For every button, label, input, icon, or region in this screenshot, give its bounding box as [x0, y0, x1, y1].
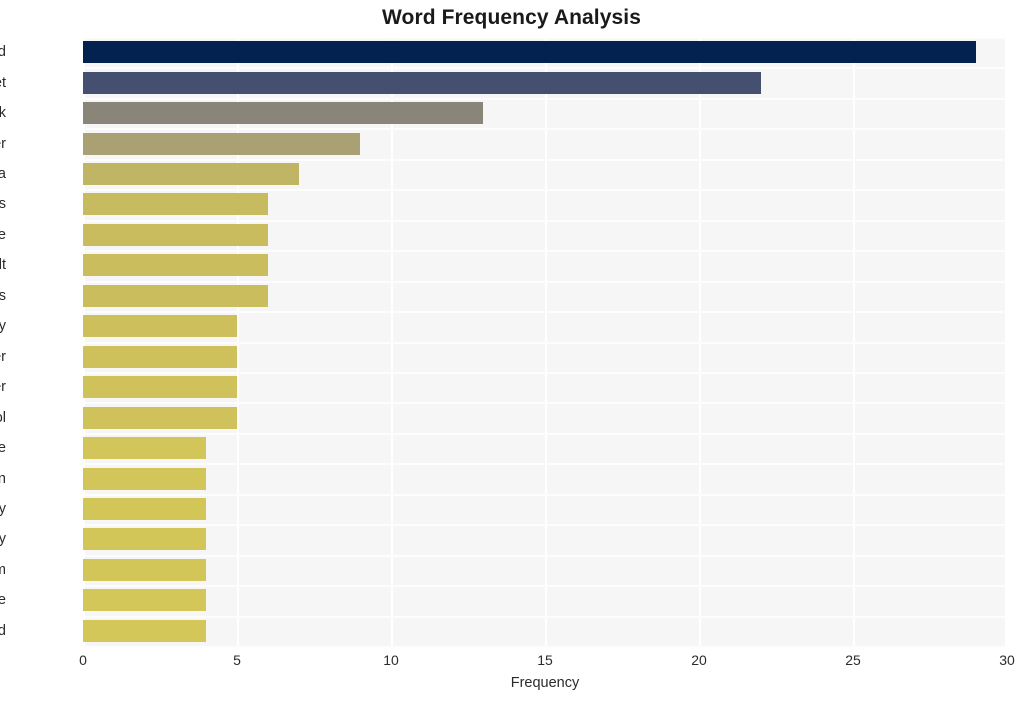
y-axis-label-insights: insights: [0, 196, 6, 213]
bar-position[interactable]: [83, 467, 207, 490]
gridline-horizontal: [83, 433, 1007, 435]
y-axis-label-faster: faster: [0, 379, 6, 396]
gridline-horizontal: [83, 372, 1007, 374]
page-title: Word Frequency Analysis: [381, 6, 642, 29]
bar-nps[interactable]: [83, 284, 268, 307]
x-tick-20: 20: [691, 652, 707, 668]
bar-brand[interactable]: [83, 41, 977, 64]
gridline-horizontal: [83, 67, 1007, 69]
bar-time[interactable]: [83, 223, 268, 246]
x-tick-25: 25: [845, 652, 861, 668]
bar-result[interactable]: [83, 254, 268, 277]
gridline-horizontal: [83, 250, 1007, 252]
bar-row[interactable]: [83, 132, 1007, 155]
y-axis-label-position: position: [0, 470, 6, 487]
bar-measure[interactable]: [83, 437, 207, 460]
bar-tool[interactable]: [83, 406, 237, 429]
gridline-horizontal: [83, 616, 1007, 618]
y-axis-label-strategy: strategy: [0, 318, 6, 335]
gridline-horizontal: [83, 555, 1007, 557]
bar-row[interactable]: [83, 254, 1007, 277]
bar-row[interactable]: [83, 223, 1007, 246]
bar-row[interactable]: [83, 437, 1007, 460]
x-tick-5: 5: [233, 652, 241, 668]
y-axis-label-track: track: [0, 105, 6, 122]
gridline-horizontal: [83, 128, 1007, 130]
bar-survey[interactable]: [83, 528, 207, 551]
bar-company[interactable]: [83, 497, 207, 520]
gridline-horizontal: [83, 402, 1007, 404]
y-axis-label-data: data: [0, 166, 6, 183]
plot-area: [83, 37, 1007, 648]
y-axis-label-measure: measure: [0, 440, 6, 457]
bar-row[interactable]: [83, 284, 1007, 307]
bar-customer[interactable]: [83, 132, 361, 155]
bar-row[interactable]: [83, 315, 1007, 338]
gridline-horizontal: [83, 524, 1007, 526]
bar-row[interactable]: [83, 558, 1007, 581]
bar-row[interactable]: [83, 41, 1007, 64]
gridline-horizontal: [83, 281, 1007, 283]
bar-row[interactable]: [83, 71, 1007, 94]
y-axis-label-company: company: [0, 500, 6, 517]
gridline-horizontal: [83, 463, 1007, 465]
y-axis-label-accurate: accurate: [0, 592, 6, 609]
gridline-horizontal: [83, 98, 1007, 100]
bar-row[interactable]: [83, 102, 1007, 125]
x-tick-0: 0: [79, 652, 87, 668]
bar-row[interactable]: [83, 406, 1007, 429]
bar-track[interactable]: [83, 102, 484, 125]
bar-accurate[interactable]: [83, 589, 207, 612]
bar-row[interactable]: [83, 345, 1007, 368]
bar-row[interactable]: [83, 467, 1007, 490]
gridline-horizontal: [83, 646, 1007, 648]
bar-offer[interactable]: [83, 345, 237, 368]
gridline-horizontal: [83, 220, 1007, 222]
gridline-horizontal: [83, 37, 1007, 39]
bar-insights[interactable]: [83, 193, 268, 216]
y-axis-label-time: time: [0, 226, 6, 243]
bar-row[interactable]: [83, 589, 1007, 612]
bar-build[interactable]: [83, 619, 207, 642]
x-axis-title: Frequency: [510, 675, 580, 691]
gridline-horizontal: [83, 342, 1007, 344]
bar-strategy[interactable]: [83, 315, 237, 338]
x-tick-15: 15: [537, 652, 553, 668]
gridline-horizontal: [83, 159, 1007, 161]
y-axis-label-offer: offer: [0, 348, 6, 365]
bar-row[interactable]: [83, 163, 1007, 186]
bar-row[interactable]: [83, 528, 1007, 551]
y-axis-label-market: market: [0, 74, 6, 91]
gridline-horizontal: [83, 311, 1007, 313]
y-axis-label-survey: survey: [0, 531, 6, 548]
y-axis-label-team: team: [0, 559, 6, 581]
bar-data[interactable]: [83, 163, 299, 186]
y-axis-label-result: result: [0, 257, 6, 274]
x-tick-30: 30: [999, 652, 1015, 668]
bar-faster[interactable]: [83, 376, 237, 399]
bar-team[interactable]: [83, 558, 207, 581]
bar-row[interactable]: [83, 376, 1007, 399]
x-tick-10: 10: [383, 652, 399, 668]
gridline-horizontal: [83, 494, 1007, 496]
bar-row[interactable]: [83, 619, 1007, 642]
gridline-horizontal: [83, 189, 1007, 191]
bar-market[interactable]: [83, 71, 761, 94]
bar-row[interactable]: [83, 497, 1007, 520]
y-axis-label-nps: nps: [0, 287, 6, 304]
y-axis-label-brand: brand: [0, 44, 6, 61]
y-axis-label-build: build: [0, 622, 6, 639]
bar-row[interactable]: [83, 193, 1007, 216]
y-axis-label-customer: customer: [0, 135, 6, 152]
word-frequency-chart: Word Frequency Analysis brand market track…: [0, 0, 1023, 701]
gridline-horizontal: [83, 585, 1007, 587]
y-axis-label-tool: tool: [0, 409, 6, 426]
